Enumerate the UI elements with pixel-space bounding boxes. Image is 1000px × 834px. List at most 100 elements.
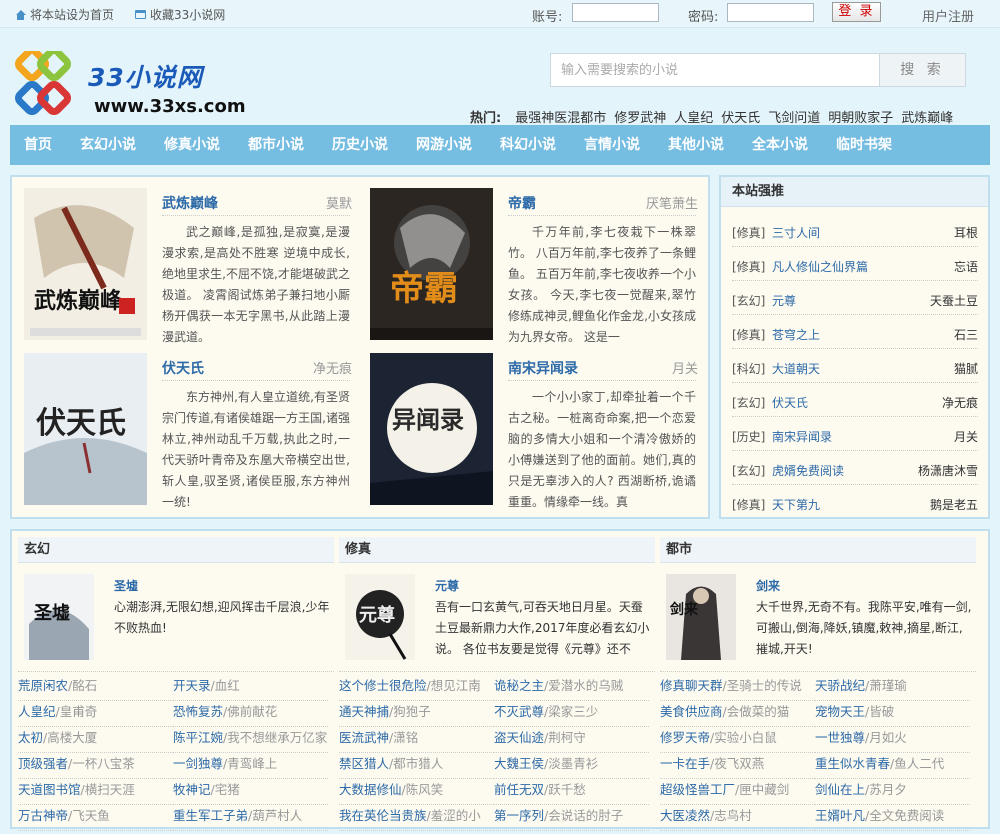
password-label: 密码:	[688, 10, 719, 25]
list-item[interactable]: 修真聊天群/圣骑士的传说	[660, 675, 815, 701]
list-item[interactable]: 太初/高楼大厦	[18, 727, 173, 753]
list-item[interactable]: 大魏王侯/淡墨青衫	[494, 753, 649, 779]
nav-kehuan[interactable]: 科幻小说	[486, 125, 570, 165]
hot-link[interactable]: 人皇纪	[674, 107, 713, 126]
set-homepage-link[interactable]: 将本站设为首页	[15, 6, 114, 23]
register-link[interactable]: 用户注册	[922, 6, 974, 25]
divider	[508, 215, 696, 216]
item-name[interactable]: 大道朝天	[772, 360, 820, 377]
list-item[interactable]: 陈平江婉/我不想继承万亿家	[173, 727, 328, 753]
item-category: [修真]	[732, 328, 766, 342]
list-item[interactable]: 人皇纪/皇甫奇	[18, 701, 173, 727]
list-item[interactable]: 一世独尊/月如火	[815, 727, 970, 753]
list-item[interactable]: 禁区猎人/都市猎人	[339, 753, 494, 779]
hot-link[interactable]: 最强神医混都市	[515, 107, 606, 126]
list-item[interactable]: 美食供应商/会做菜的猫	[660, 701, 815, 727]
book-title[interactable]: 武炼巅峰	[162, 193, 218, 213]
list-item[interactable]: 诡秘之主/爱潜水的乌贼	[494, 675, 649, 701]
list-item[interactable]: 重生军工子弟/葫芦村人	[173, 805, 328, 831]
list-item[interactable]: 天道图书馆/横扫天涯	[18, 779, 173, 805]
search-input[interactable]	[550, 53, 880, 87]
book-title[interactable]: 伏天氏	[162, 358, 204, 378]
list-item[interactable]: 大数据修仙/陈风笑	[339, 779, 494, 805]
list-item[interactable]: 第一序列/会说话的肘子	[494, 805, 649, 831]
nav-yanqing[interactable]: 言情小说	[570, 125, 654, 165]
list-item[interactable]: 宠物天王/皆破	[815, 701, 970, 727]
book-cover-image[interactable]: 武炼巅峰	[24, 188, 147, 340]
list-item[interactable]: 剑仙在上/苏月夕	[815, 779, 970, 805]
list-item[interactable]: 顶级强者/一杯八宝茶	[18, 753, 173, 779]
nav-wangyou[interactable]: 网游小说	[402, 125, 486, 165]
book-title[interactable]: 剑来	[756, 577, 780, 594]
book-title[interactable]: 圣墟	[114, 577, 138, 594]
book-cover-image[interactable]: 元尊	[345, 574, 415, 660]
book-desc: 一个小小家丁,却牵扯着一个千古之秘。一桩离奇命案,把一个恋爱脑的多情大小姐和一个…	[508, 390, 696, 509]
list-item[interactable]: 重生似水青春/鱼人二代	[815, 753, 970, 779]
hot-link[interactable]: 飞剑问道	[768, 107, 820, 126]
item-category: [科幻]	[732, 362, 766, 376]
nav-quanben[interactable]: 全本小说	[738, 125, 822, 165]
svg-text:帝霸: 帝霸	[390, 269, 458, 309]
nav-xiuzhen[interactable]: 修真小说	[150, 125, 234, 165]
item-name[interactable]: 苍穹之上	[772, 326, 820, 343]
list-item[interactable]: 天骄战纪/萧瑾瑜	[815, 675, 970, 701]
list-item[interactable]: 王婿叶凡/全文免费阅读	[815, 805, 970, 831]
svg-text:异闻录: 异闻录	[392, 405, 464, 434]
list-item[interactable]: 万古神帝/飞天鱼	[18, 805, 173, 831]
list-item[interactable]: 恐怖复苏/佛前献花	[173, 701, 328, 727]
nav-qita[interactable]: 其他小说	[654, 125, 738, 165]
password-input[interactable]	[727, 3, 814, 22]
list-item[interactable]: 一卡在手/夜飞双燕	[660, 753, 815, 779]
list-item[interactable]: 一剑独尊/青鸾峰上	[173, 753, 328, 779]
list-item[interactable]: 盗天仙途/荆柯守	[494, 727, 649, 753]
book-cover-image[interactable]: 帝霸	[370, 188, 493, 340]
item-author: 净无痕	[941, 396, 978, 410]
item-category: [历史]	[732, 430, 766, 444]
nav-xuanhuan[interactable]: 玄幻小说	[66, 125, 150, 165]
account-input[interactable]	[572, 3, 659, 22]
nav-lishi[interactable]: 历史小说	[318, 125, 402, 165]
item-name[interactable]: 凡人修仙之仙界篇	[772, 258, 868, 275]
hot-link[interactable]: 明朝败家子	[828, 107, 893, 126]
book-cover-image[interactable]: 异闻录	[370, 353, 493, 505]
nav-home[interactable]: 首页	[10, 125, 66, 165]
book-cover-image[interactable]: 圣墟	[24, 574, 94, 660]
list-item[interactable]: 大医凌然/志鸟村	[660, 805, 815, 831]
list-item[interactable]: 牧神记/宅猪	[173, 779, 328, 805]
list-item[interactable]: 通天神捕/狗狍子	[339, 701, 494, 727]
item-name[interactable]: 三寸人间	[772, 224, 820, 241]
list-item[interactable]: 前任无双/跃千愁	[494, 779, 649, 805]
list-item[interactable]: 医流武神/潇铭	[339, 727, 494, 753]
book-title[interactable]: 南宋异闻录	[508, 358, 578, 378]
category-heading: 玄幻	[18, 537, 334, 563]
list-item[interactable]: 修罗天帝/实验小白鼠	[660, 727, 815, 753]
login-button[interactable]: 登 录	[832, 2, 881, 22]
hot-link[interactable]: 武炼巅峰	[901, 107, 953, 126]
item-name[interactable]: 虎婿免费阅读	[772, 462, 844, 479]
item-author: 鹅是老五	[929, 498, 978, 512]
item-name[interactable]: 元尊	[772, 292, 796, 309]
list-item[interactable]: 不灭武尊/梁家三少	[494, 701, 649, 727]
list-item[interactable]: 我在英伦当贵族/羞涩的小	[339, 805, 494, 831]
nav-dushi[interactable]: 都市小说	[234, 125, 318, 165]
bookmark-link[interactable]: 收藏33小说网	[135, 6, 225, 23]
list-item[interactable]: 荒原闲农/酩石	[18, 675, 173, 701]
list-item: [科幻] 大道朝天 猫腻	[732, 349, 978, 383]
item-name[interactable]: 伏天氏	[772, 394, 808, 411]
book-title[interactable]: 元尊	[435, 577, 459, 594]
item-name[interactable]: 南宋异闻录	[772, 428, 832, 445]
list-item[interactable]: 开天录/血红	[173, 675, 328, 701]
item-name[interactable]: 天下第九	[772, 496, 820, 513]
list-item: [玄幻] 元尊 天蚕土豆	[732, 281, 978, 315]
book-title[interactable]: 帝霸	[508, 193, 536, 213]
divider	[508, 380, 696, 381]
book-cover-image[interactable]: 剑来	[666, 574, 736, 660]
list-item[interactable]: 这个修士很危险/想见江南	[339, 675, 494, 701]
search-button[interactable]: 搜 索	[879, 53, 966, 87]
hot-link[interactable]: 伏天氏	[721, 107, 760, 126]
nav-bookshelf[interactable]: 临时书架	[822, 125, 906, 165]
hot-searches: 热门: 最强神医混都市 修罗武神 人皇纪 伏天氏 飞剑问道 明朝败家子 武炼巅峰	[470, 107, 953, 126]
book-cover-image[interactable]: 伏天氏	[24, 353, 147, 505]
list-item[interactable]: 超级怪兽工厂/匣中藏剑	[660, 779, 815, 805]
hot-link[interactable]: 修罗武神	[614, 107, 666, 126]
